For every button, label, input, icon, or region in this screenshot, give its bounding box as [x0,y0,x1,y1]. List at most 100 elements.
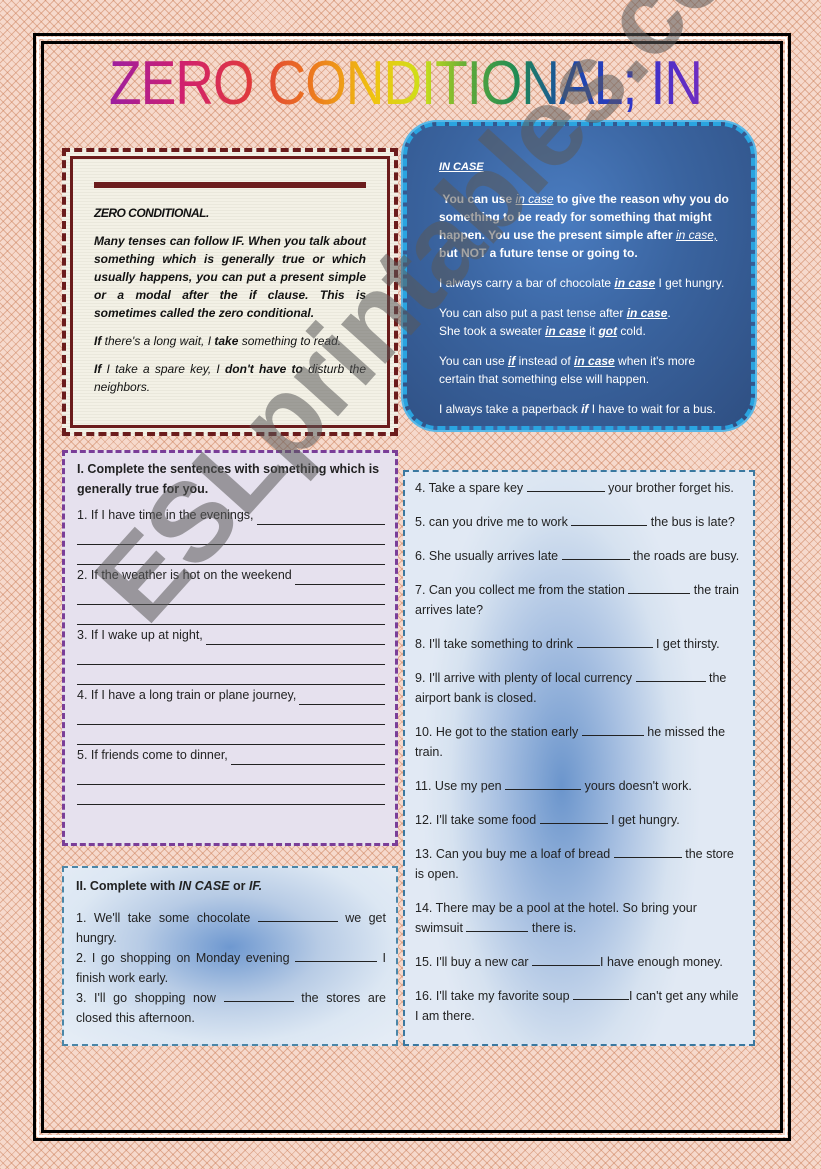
answer-blank[interactable] [561,547,630,560]
in-case-if-note: You can use if instead of in case when i… [439,352,729,388]
answer-blank[interactable] [299,690,385,705]
exercise-1-prompt: 1. If I have time in the evenings, [77,508,254,522]
keyword-got: got [598,324,618,338]
answer-blank[interactable] [205,630,385,645]
text: You can also put a past tense after [439,306,627,320]
exercise-1-prompt: 5. If friends come to dinner, [77,748,228,762]
exercise-1-title: I. Complete the sentences with something… [77,462,380,496]
answer-blank[interactable] [576,635,653,648]
exercise-2-item: 14. There may be a pool at the hotel. So… [415,898,745,938]
keyword-in-case: in case, [675,228,718,242]
keyword-verb: take [214,334,239,348]
answer-blank[interactable] [257,909,338,922]
answer-blank[interactable] [539,811,608,824]
answer-blank[interactable] [526,479,605,492]
exercise-1-item: 3. If I wake up at night, [77,625,385,645]
item-text: 13. Can you buy me a loaf of bread [415,847,614,861]
exercise-1-item: 4. If I have a long train or plane journ… [77,685,385,705]
item-text: 7. Can you collect me from the station [415,583,629,597]
item-text: 5. can you drive me to work [415,515,572,529]
decorative-rule [94,182,366,188]
answer-blank[interactable] [571,513,648,526]
item-text: 3. I'll go shopping now [76,991,224,1005]
answer-blank[interactable] [295,949,378,962]
keyword-in-case: IN CASE [178,879,230,893]
exercise-1-prompt: 4. If I have a long train or plane journ… [77,688,297,702]
answer-line[interactable] [77,765,385,785]
item-text: your brother forget his. [604,481,734,495]
example-text: I take a spare key, I [101,362,225,376]
example-text: there's a long wait, I [101,334,215,348]
text: You can use [442,192,516,206]
answer-line[interactable] [77,785,385,805]
exercise-2-item: 9. I'll arrive with plenty of local curr… [415,668,745,708]
answer-blank[interactable] [628,581,691,594]
answer-line[interactable] [77,665,385,685]
in-case-heading: IN CASE [439,161,484,173]
exercise-2-left-items: 1. We'll take some chocolate we get hung… [76,908,386,1028]
item-text: 9. I'll arrive with plenty of local curr… [415,671,636,685]
exercise-2-box-left: II. Complete with IN CASE or IF. 1. We'l… [62,866,398,1046]
item-text: 2. I go shopping on Monday evening [76,951,296,965]
item-text: I have enough money. [600,955,723,969]
answer-line[interactable] [77,725,385,745]
answer-blank[interactable] [294,570,385,585]
answer-blank[interactable] [613,845,682,858]
in-case-intro: You can use in case to give the reason w… [439,190,729,262]
answer-blank[interactable] [466,919,529,932]
answer-line[interactable] [77,705,385,725]
exercise-2-item: 13. Can you buy me a loaf of bread the s… [415,844,745,884]
answer-line[interactable] [77,545,385,565]
answer-blank[interactable] [581,723,644,736]
exercise-2-box-right: 4. Take a spare key your brother forget … [403,470,755,1046]
text: I always carry a bar of chocolate [439,276,615,290]
answer-blank[interactable] [230,750,385,765]
answer-blank[interactable] [505,777,582,790]
item-text: the roads are busy. [629,549,740,563]
answer-blank[interactable] [256,510,385,525]
exercise-2-item: 15. I'll buy a new car I have enough mon… [415,952,745,972]
exercise-1-item: 2. If the weather is hot on the weekend [77,565,385,585]
exercise-1-items: 1. If I have time in the evenings, 2. If … [77,505,385,805]
answer-line[interactable] [77,605,385,625]
exercise-1-prompt: 2. If the weather is hot on the weekend [77,568,292,582]
exercise-1-item: 1. If I have time in the evenings, [77,505,385,525]
text: I always take a paperback [439,402,582,416]
answer-line[interactable] [77,585,385,605]
zero-conditional-example-1: If there's a long wait, I take something… [94,332,366,350]
item-text: 8. I'll take something to drink [415,637,577,651]
zero-conditional-example-2: If I take a spare key, I don't have to d… [94,360,366,396]
exercise-2-item: 2. I go shopping on Monday evening I fin… [76,948,386,988]
item-text: 12. I'll take some food [415,813,540,827]
text: it [585,324,599,338]
exercise-1-prompt: 3. If I wake up at night, [77,628,203,642]
exercise-2-item: 16. I'll take my favorite soup I can't g… [415,986,745,1026]
text: or [229,879,249,893]
item-text: 4. Take a spare key [415,481,527,495]
exercise-2-item: 5. can you drive me to work the bus is l… [415,512,745,532]
item-text: 6. She usually arrives late [415,549,562,563]
answer-line[interactable] [77,645,385,665]
item-text: 1. We'll take some chocolate [76,911,258,925]
item-text: the bus is late? [647,515,735,529]
answer-blank[interactable] [573,987,630,1000]
text: . [667,306,671,320]
item-text: 11. Use my pen [415,779,506,793]
item-text: 15. I'll buy a new car [415,955,533,969]
keyword-in-case: in case [614,276,656,290]
exercise-2-item: 11. Use my pen yours doesn't work. [415,776,745,796]
keyword-if: IF. [248,879,263,893]
exercise-2-item: 3. I'll go shopping now the stores are c… [76,988,386,1028]
answer-blank[interactable] [532,953,601,966]
text: You can use [439,354,508,368]
in-case-example-1: I always carry a bar of chocolate in cas… [439,274,729,292]
zero-conditional-box: ZERO CONDITIONAL. Many tenses can follow… [62,148,398,436]
zero-conditional-heading: ZERO CONDITIONAL. [94,206,209,220]
answer-blank[interactable] [223,989,294,1002]
text: but NOT a future tense or going to. [439,246,638,260]
answer-line[interactable] [77,525,385,545]
answer-blank[interactable] [635,669,706,682]
item-text: I get thirsty. [652,637,720,651]
item-text: 16. I'll take my favorite soup [415,989,574,1003]
exercise-1-box: I. Complete the sentences with something… [62,450,398,846]
